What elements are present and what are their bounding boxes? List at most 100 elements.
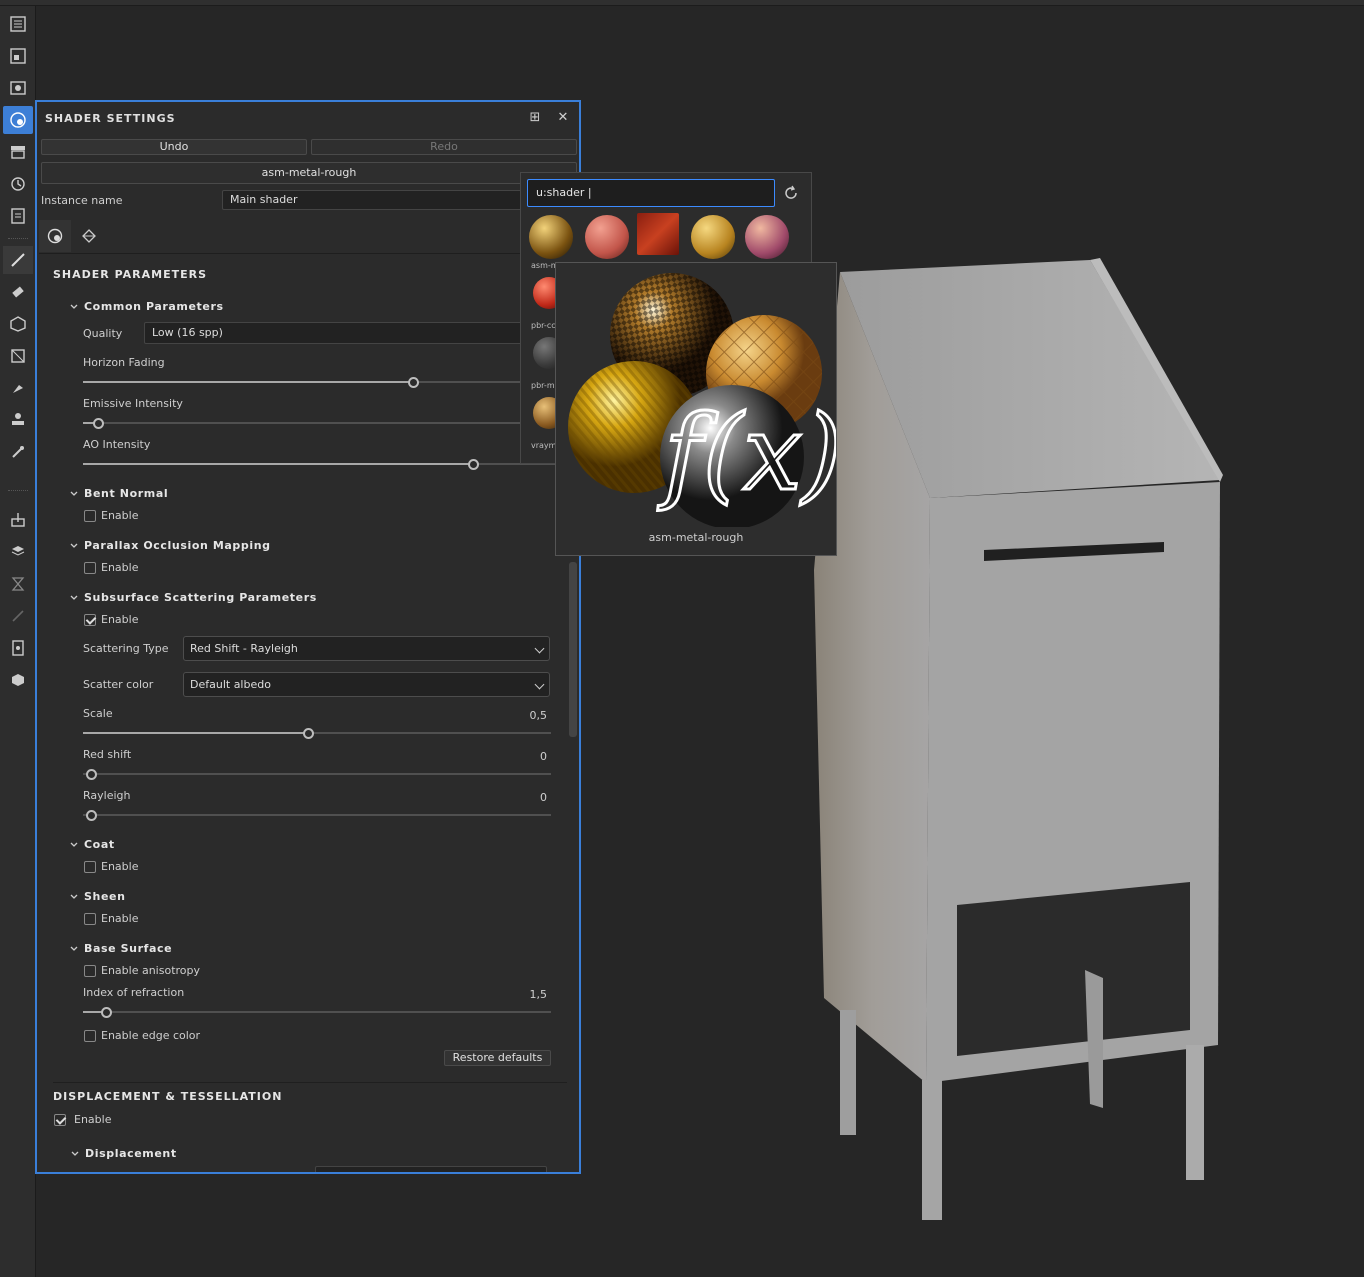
instance-name-label: Instance name [41, 194, 123, 207]
ior-handle[interactable] [101, 1007, 113, 1018]
panel-tabs [39, 220, 579, 254]
shader-thumb-4[interactable] [691, 215, 735, 259]
scatter-color-label: Scatter color [83, 678, 154, 691]
quality-select[interactable]: Low (16 spp) [144, 322, 579, 344]
chevron-down-icon [534, 643, 545, 654]
refresh-icon[interactable] [783, 185, 799, 201]
undo-button[interactable]: Undo [41, 139, 307, 155]
horizon-fading-label: Horizon Fading [83, 356, 165, 369]
tab-display[interactable] [73, 220, 105, 252]
timer-icon[interactable] [3, 570, 33, 598]
common-parameters-group[interactable]: Common Parameters [84, 300, 224, 313]
displacement-enable-checkbox[interactable] [54, 1114, 66, 1126]
redo-button[interactable]: Redo [311, 139, 577, 155]
link-icon[interactable] [3, 602, 33, 630]
settings-icon[interactable] [3, 74, 33, 102]
shader-selector-button[interactable]: asm-metal-rough [41, 162, 577, 184]
ao-intensity-fill [83, 463, 473, 465]
history-icon[interactable] [3, 170, 33, 198]
paint-brush-icon[interactable] [3, 246, 33, 274]
sss-group[interactable]: Subsurface Scattering Parameters [84, 591, 317, 604]
section-divider [53, 1082, 567, 1083]
shader-search-input[interactable]: u:shader | [527, 179, 775, 207]
chevron-down-icon[interactable] [70, 945, 78, 953]
box-icon[interactable] [3, 666, 33, 694]
preview-label: asm-metal-rough [648, 531, 744, 544]
anisotropy-label: Enable anisotropy [101, 964, 201, 977]
chevron-down-icon [534, 679, 545, 690]
ior-track[interactable] [83, 1011, 551, 1013]
chevron-down-icon[interactable] [71, 1150, 79, 1158]
scattering-type-label: Scattering Type [83, 642, 169, 655]
red-shift-track[interactable] [83, 773, 551, 775]
ior-value: 1,5 [529, 988, 548, 1001]
bent-normal-checkbox[interactable] [84, 510, 96, 522]
shader-thumb-3[interactable] [637, 213, 679, 255]
emissive-intensity-handle[interactable] [93, 418, 104, 429]
bake-icon[interactable] [3, 538, 33, 566]
shader-settings-icon[interactable] [3, 106, 33, 134]
archive-icon[interactable] [3, 138, 33, 166]
viewport-mailbox[interactable] [800, 250, 1240, 1230]
anisotropy-checkbox[interactable] [84, 965, 96, 977]
shader-tab-icon [47, 228, 63, 244]
displacement-field[interactable] [315, 1166, 547, 1172]
eraser-icon[interactable] [3, 278, 33, 306]
bent-normal-group[interactable]: Bent Normal [84, 487, 168, 500]
parallax-checkbox[interactable] [84, 562, 96, 574]
red-shift-value: 0 [540, 750, 547, 763]
ao-intensity-handle[interactable] [468, 459, 479, 470]
shader-thumb-5[interactable] [745, 215, 789, 259]
shader-thumb-asm[interactable] [529, 215, 573, 259]
document-icon[interactable] [3, 634, 33, 662]
close-icon[interactable]: ✕ [555, 110, 571, 126]
panel-title: SHADER SETTINGS [45, 112, 176, 125]
export-icon[interactable] [3, 506, 33, 534]
dock-icon[interactable]: ⊞ [527, 110, 543, 126]
parallax-enable-label: Enable [101, 561, 139, 574]
chevron-down-icon[interactable] [70, 303, 78, 311]
horizon-fading-fill [83, 381, 413, 383]
coat-group[interactable]: Coat [84, 838, 115, 851]
shader-parameters-heading: SHADER PARAMETERS [53, 268, 208, 281]
chevron-down-icon[interactable] [70, 542, 78, 550]
horizon-fading-handle[interactable] [408, 377, 419, 388]
edge-color-checkbox[interactable] [84, 1030, 96, 1042]
chevron-down-icon[interactable] [70, 594, 78, 602]
shader-thumb-2[interactable] [585, 215, 629, 259]
layers-icon[interactable] [3, 10, 33, 38]
coat-checkbox[interactable] [84, 861, 96, 873]
edge-color-label: Enable edge color [101, 1029, 201, 1042]
scattering-type-select[interactable]: Red Shift - Rayleigh [183, 636, 550, 661]
thumb-label: pbr-cc [531, 321, 556, 330]
scrollbar-thumb[interactable] [569, 562, 577, 737]
tab-shader[interactable] [39, 220, 71, 252]
log-icon[interactable] [3, 202, 33, 230]
red-shift-handle[interactable] [86, 769, 97, 780]
chevron-down-icon[interactable] [70, 490, 78, 498]
color-picker-icon[interactable] [3, 438, 33, 466]
scale-fill [83, 732, 308, 734]
parallax-group[interactable]: Parallax Occlusion Mapping [84, 539, 271, 552]
sheen-checkbox[interactable] [84, 913, 96, 925]
sss-checkbox[interactable] [84, 614, 96, 626]
texture-set-icon[interactable] [3, 42, 33, 70]
emissive-intensity-track[interactable] [83, 422, 579, 424]
polygon-fill-icon[interactable] [3, 342, 33, 370]
clone-stamp-icon[interactable] [3, 406, 33, 434]
projection-icon[interactable] [3, 310, 33, 338]
scale-label: Scale [83, 707, 113, 720]
scatter-color-select[interactable]: Default albedo [183, 672, 550, 697]
smudge-icon[interactable] [3, 374, 33, 402]
scattering-type-value: Red Shift - Rayleigh [190, 642, 298, 655]
chevron-down-icon[interactable] [70, 893, 78, 901]
restore-defaults-button[interactable]: Restore defaults [444, 1050, 551, 1066]
sheen-group[interactable]: Sheen [84, 890, 126, 903]
base-surface-group[interactable]: Base Surface [84, 942, 172, 955]
shader-preview-tooltip: f(x) asm-metal-rough [555, 262, 844, 556]
rayleigh-track[interactable] [83, 814, 551, 816]
rayleigh-handle[interactable] [86, 810, 97, 821]
scale-handle[interactable] [302, 728, 314, 739]
displacement-group[interactable]: Displacement [85, 1147, 177, 1160]
chevron-down-icon[interactable] [70, 841, 78, 849]
